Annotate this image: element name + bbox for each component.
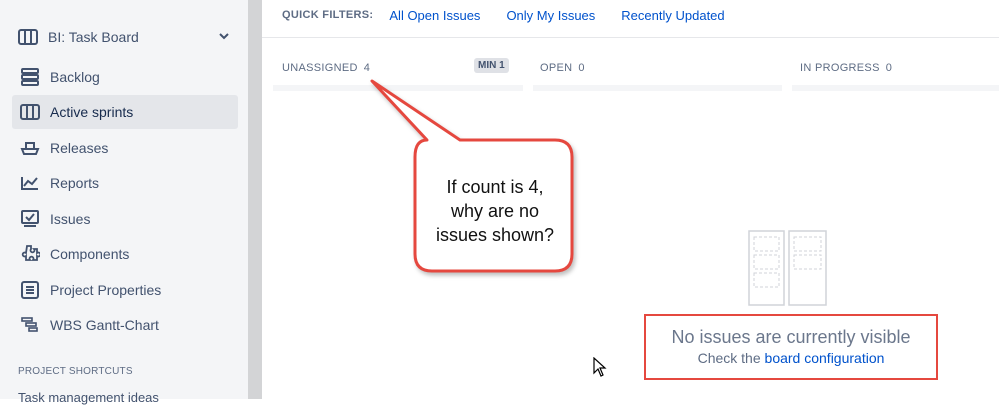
callout-line: issues shown? [435,225,555,245]
callout-line: why are no [450,201,540,221]
callout-line: If count is 4, [446,177,544,197]
callout-text: If count is 4, why are no issues shown? [420,175,570,247]
